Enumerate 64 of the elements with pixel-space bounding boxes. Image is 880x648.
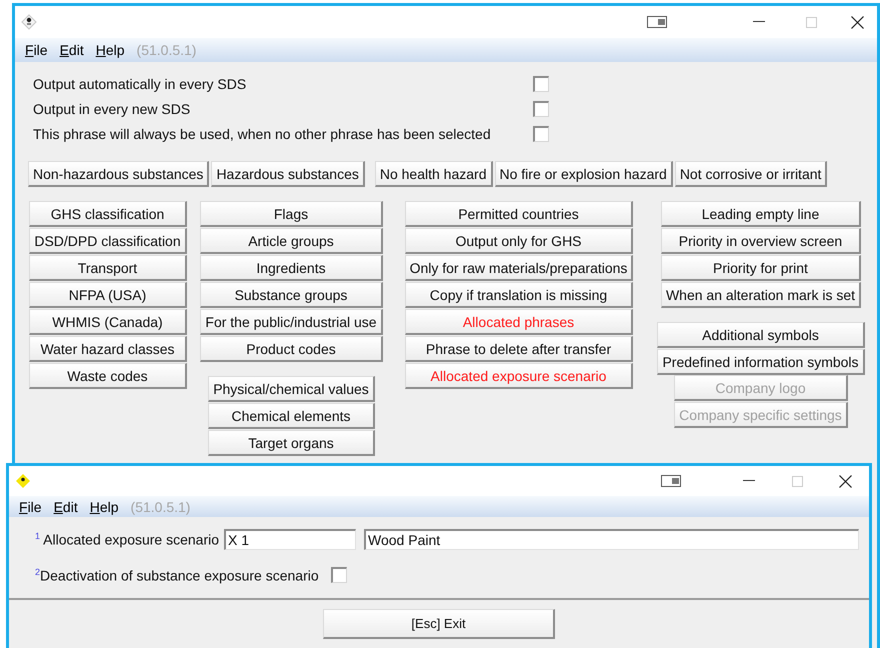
hazard-button[interactable]: No health hazard — [374, 161, 492, 187]
menu-item[interactable]: Help — [90, 42, 131, 58]
option-label: Output in every new SDS — [33, 101, 192, 117]
feature-button[interactable]: Priority for print — [660, 255, 862, 281]
field-label: $^{2}$Deactivation of substance exposure scenario — [35, 567, 319, 584]
feature-button[interactable]: When an alteration mark is set — [660, 282, 862, 308]
feature-button[interactable]: Article groups — [200, 228, 383, 254]
name-field[interactable]: Wood Paint — [364, 529, 860, 550]
field-label: $^{1}$ Allocated exposure scenario — [35, 531, 220, 548]
menu-item[interactable]: Help — [84, 498, 125, 514]
feature-button[interactable]: Phrase to delete after transfer — [404, 336, 634, 362]
option-label: This phrase will always be used, when no other phrase has been selected — [33, 126, 492, 142]
code-field[interactable]: X 1 — [224, 529, 356, 550]
feature-button[interactable]: Allocated phrases — [404, 309, 634, 335]
feature-button[interactable]: Waste codes — [29, 363, 187, 389]
feature-button[interactable]: Target organs — [208, 430, 375, 456]
picture-in-picture-icon[interactable] — [661, 475, 681, 487]
feature-button[interactable]: Leading empty line — [660, 201, 862, 227]
feature-button[interactable]: Product codes — [200, 336, 383, 362]
feature-button[interactable]: Only for raw materials/preparations — [404, 255, 634, 281]
feature-button[interactable]: For the public/industrial use — [200, 309, 383, 335]
minimize-icon — [743, 480, 755, 482]
checkbox[interactable] — [533, 126, 549, 142]
feature-button[interactable]: Ingredients — [200, 255, 383, 281]
hazard-button[interactable]: Non-hazardous substances — [28, 161, 210, 187]
app-icon — [21, 14, 37, 30]
option-label: Output automatically in every SDS — [33, 76, 248, 92]
hazard-button[interactable]: No fire or explosion hazard — [494, 161, 673, 187]
feature-button[interactable]: Copy if translation is missing — [404, 282, 634, 308]
close-icon — [838, 474, 852, 488]
feature-button[interactable]: Substance groups — [200, 282, 383, 308]
feature-button[interactable]: Output only for GHS — [404, 228, 634, 254]
menu-item[interactable]: Edit — [48, 498, 84, 514]
maximize-icon — [806, 16, 816, 28]
exit-button[interactable]: [Esc] Exit — [323, 608, 555, 639]
checkbox[interactable] — [330, 567, 347, 584]
feature-button[interactable]: DSD/DPD classification — [29, 228, 187, 254]
diamond-icon — [15, 473, 31, 489]
minimize-icon — [753, 21, 765, 23]
feature-button[interactable]: WHMIS (Canada) — [29, 309, 187, 335]
feature-button[interactable]: Allocated exposure scenario — [404, 363, 634, 389]
feature-button[interactable]: Priority in overview screen — [660, 228, 862, 254]
picture-in-picture-icon[interactable] — [647, 16, 667, 28]
feature-button[interactable]: Permitted countries — [404, 201, 634, 227]
checkbox[interactable] — [533, 76, 549, 92]
version-label: (51.0.5.1) — [130, 498, 192, 514]
feature-button[interactable]: Chemical elements — [208, 403, 375, 429]
hazard-button[interactable]: Hazardous substances — [211, 161, 365, 187]
feature-button[interactable]: Transport — [29, 255, 187, 281]
version-label: (51.0.5.1) — [136, 42, 198, 58]
feature-button[interactable]: Water hazard classes — [29, 336, 187, 362]
feature-button[interactable]: Physical/chemical values — [208, 376, 375, 402]
menu-item[interactable]: Edit — [54, 42, 90, 58]
feature-button[interactable]: NFPA (USA) — [29, 282, 187, 308]
menu-item[interactable]: File — [13, 498, 48, 514]
menu-item[interactable]: File — [19, 42, 54, 58]
feature-button[interactable]: GHS classification — [29, 201, 187, 227]
close-icon — [850, 16, 864, 28]
maximize-icon — [792, 476, 802, 486]
feature-button[interactable]: Predefined information symbols — [657, 349, 865, 375]
feature-button[interactable]: Additional symbols — [657, 322, 865, 348]
checkbox[interactable] — [533, 101, 549, 117]
hazard-button[interactable]: Not corrosive or irritant — [674, 161, 828, 187]
feature-button[interactable]: Flags — [200, 201, 383, 227]
